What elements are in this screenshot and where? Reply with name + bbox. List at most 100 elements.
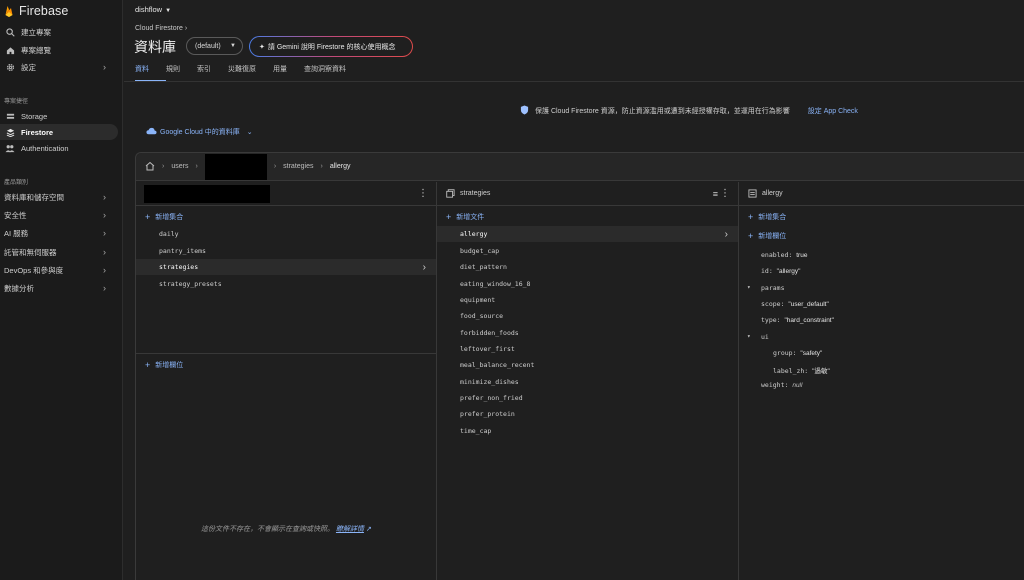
add-field-label: 新增欄位 [758,233,787,240]
firebase-brand[interactable]: Firebase [4,4,68,18]
chevron-right-icon: › [320,163,323,170]
app-check-banner: 保護 Cloud Firestore 資源，防止資源濫用或遭到未經授權存取，並運… [520,105,858,117]
field-id[interactable]: id: "allergy" [761,267,800,275]
chevron-right-icon: › [422,261,426,273]
caret-down-icon[interactable]: ▾ [747,333,751,340]
field-key: enabled: [761,251,793,259]
field-ui-group[interactable]: group: "safety" [773,349,822,357]
field-params-type[interactable]: type: "hard_constraint" [761,316,834,324]
list-item[interactable]: equipment [437,292,738,308]
nav-category-analytics[interactable]: 數據分析 › [0,280,118,296]
note-text: 這份文件不存在，不會顯示在查詢或快照。 [201,526,334,533]
field-params-scope[interactable]: scope: "user_default" [761,300,829,308]
add-document-button[interactable]: + 新增文件 [446,212,484,222]
add-field-button[interactable]: + 新增欄位 [145,360,183,370]
nav-create-project[interactable]: 建立專案 [0,24,118,40]
nav-label: 設定 [21,62,36,72]
add-field-label: 新增欄位 [155,362,184,369]
tab-query-insights[interactable]: 查詢洞察資料 [304,64,364,82]
chevron-right-icon: › [724,228,728,240]
tab-indexes[interactable]: 索引 [197,64,228,82]
nav-authentication[interactable]: Authentication [0,140,118,156]
list-item[interactable]: budget_cap [437,243,738,259]
list-item[interactable]: meal_balance_recent [437,357,738,373]
nav-label: 資料庫和儲存空間 [4,192,64,202]
chevron-right-icon: › [162,163,165,170]
list-item-selected[interactable]: allergy › [437,226,738,242]
nav-project-overview[interactable]: 專案總覽 [0,42,118,58]
nav-section-categories: 產品類別 [4,180,29,186]
tab-disaster-recovery[interactable]: 災難復原 [228,64,273,82]
list-item[interactable]: time_cap [437,423,738,439]
nav-category-ai[interactable]: AI 服務 › [0,225,118,241]
tab-usage[interactable]: 用量 [273,64,304,82]
nav-storage[interactable]: Storage [0,108,118,124]
list-item[interactable]: minimize_dishes [437,374,738,390]
more-vert-icon[interactable]: ⋮ [720,188,730,199]
list-item[interactable]: prefer_protein [437,406,738,422]
missing-document-note: 這份文件不存在，不會顯示在查詢或快照。 瞭解詳情 ↗ [201,524,372,534]
list-item[interactable]: eating_window_16_8 [437,276,738,292]
tab-rules[interactable]: 規則 [166,64,197,82]
more-vert-icon[interactable]: ⋮ [418,188,428,199]
nav-firestore[interactable]: Firestore [0,124,118,140]
nav-category-database-storage[interactable]: 資料庫和儲存空間 › [0,189,118,205]
chevron-right-icon: › [103,265,106,275]
path-strategies[interactable]: strategies [283,163,313,170]
nav-label: 專案總覽 [21,45,51,55]
nav-label: 建立專案 [21,27,51,37]
firestore-data-panel: › users › › strategies › allergy ⋮ + 新增集… [135,152,1024,580]
chevron-right-icon: › [195,163,198,170]
plus-icon: + [748,231,754,241]
nav-category-devops[interactable]: DevOps 和參與度 › [0,262,118,278]
breadcrumb[interactable]: Cloud Firestore › [135,25,187,32]
column-title: strategies [460,190,491,197]
field-key: weight: [761,381,789,389]
list-item-selected[interactable]: strategies › [136,259,436,275]
field-ui[interactable]: ▾ ui [747,333,769,341]
home-icon[interactable] [145,161,155,173]
list-item[interactable]: food_source [437,308,738,324]
add-collection-label: 新增集合 [758,214,787,221]
collection-icon [446,189,455,198]
list-item[interactable]: forbidden_foods [437,325,738,341]
google-cloud-database-link[interactable]: Google Cloud 中的資料庫 ⌄ [146,127,253,137]
column-header: ⋮ [136,182,436,206]
add-collection-button[interactable]: + 新增集合 [748,212,786,222]
list-item[interactable]: leftover_first [437,341,738,357]
field-ui-label-zh[interactable]: label_zh: "過敏" [773,365,830,375]
list-item[interactable]: pantry_items [136,243,436,259]
nav-category-security[interactable]: 安全性 › [0,207,118,223]
list-item[interactable]: diet_pattern [437,259,738,275]
filter-icon[interactable]: ≡ [713,189,718,199]
add-collection-button[interactable]: + 新增集合 [145,212,183,222]
storage-icon [4,110,16,122]
caret-down-icon: ▼ [230,43,236,49]
path-users[interactable]: users [171,163,188,170]
database-selector[interactable]: (default) ▼ [186,37,243,55]
field-params[interactable]: ▾ params [747,284,784,292]
list-item[interactable]: daily [136,226,436,242]
nav-settings[interactable]: 設定 › [0,59,118,75]
list-item[interactable]: prefer_non_fried [437,390,738,406]
banner-text: 保護 Cloud Firestore 資源，防止資源濫用或遭到未經授權存取，並運… [535,108,790,115]
shield-icon [520,105,529,117]
document-icon [748,189,757,198]
field-value: "allergy" [776,268,801,275]
field-weight[interactable]: weight: null [761,381,802,389]
caret-down-icon[interactable]: ▾ [747,284,751,291]
list-item[interactable]: strategy_presets [136,276,436,292]
gemini-help-button[interactable]: ✦ 請 Gemini 說明 Firestore 的核心使用概念 [249,36,413,57]
tab-data[interactable]: 資料 [135,64,166,82]
nav-category-hosting[interactable]: 託管和無伺服器 › [0,244,118,260]
chevron-right-icon: › [103,210,106,220]
add-field-button[interactable]: + 新增欄位 [748,231,786,241]
chevron-right-icon: › [184,25,188,32]
learn-more-link[interactable]: 瞭解詳情 [336,526,364,533]
setup-app-check-link[interactable]: 設定 App Check [808,106,858,116]
nav-label: 數據分析 [4,283,34,293]
project-selector[interactable]: dishflow ▼ [135,5,171,14]
gemini-label: 請 Gemini 說明 Firestore 的核心使用概念 [267,43,396,51]
field-enabled[interactable]: enabled: true [761,251,807,259]
chevron-right-icon: › [103,283,106,293]
